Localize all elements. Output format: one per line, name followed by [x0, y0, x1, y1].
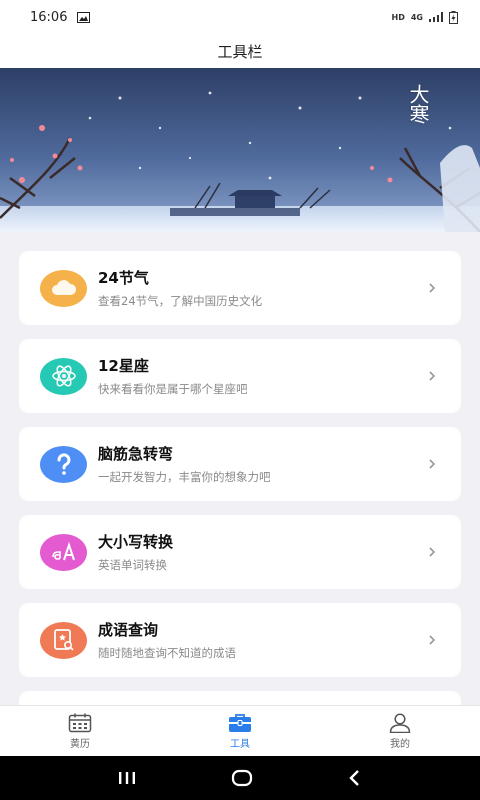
translate-icon [40, 533, 87, 571]
chevron-right-icon [429, 371, 436, 381]
question-icon [40, 445, 87, 483]
book-search-icon [40, 621, 87, 659]
image-icon [77, 11, 91, 23]
title-bar: 工具栏 [0, 34, 480, 68]
battery-icon [449, 10, 458, 24]
tab-label: 工具 [230, 738, 250, 750]
tool-title: 脑筋急转弯 [98, 445, 174, 463]
signal-icon [429, 12, 443, 22]
chevron-right-icon [429, 283, 436, 293]
chevron-right-icon [429, 635, 436, 645]
system-nav-bar [0, 756, 480, 800]
tool-desc: 英语单词转换 [98, 558, 167, 572]
tool-desc: 一起开发智力，丰富你的想象力吧 [98, 470, 271, 484]
calendar-icon [68, 713, 92, 732]
toolbox-icon [229, 713, 251, 732]
recents-icon[interactable] [117, 770, 137, 786]
status-bar: 16:06 HD 4G [0, 0, 480, 34]
atom-icon [40, 357, 87, 395]
tool-card-idiom-search[interactable]: 成语查询 随时随地查询不知道的成语 [19, 603, 461, 677]
tool-desc: 查看24节气，了解中国历史文化 [98, 294, 263, 308]
banner[interactable]: 大寒 [0, 68, 480, 232]
status-time: 16:06 [30, 9, 68, 25]
tool-card-zodiac[interactable]: 12星座 快来看看你是属于哪个星座吧 [19, 339, 461, 413]
tab-tools[interactable]: 工具 [160, 706, 320, 756]
user-icon [389, 712, 411, 733]
back-icon[interactable] [347, 769, 363, 787]
chevron-right-icon [429, 547, 436, 557]
tab-mine[interactable]: 我的 [320, 706, 480, 756]
tool-card-solar-terms[interactable]: 24节气 查看24节气，了解中国历史文化 [19, 251, 461, 325]
tool-list: 24节气 查看24节气，了解中国历史文化 12星座 快来看看你是属于哪个星座吧 [19, 251, 461, 779]
chevron-right-icon [429, 459, 436, 469]
page-title: 工具栏 [217, 42, 263, 61]
tool-card-case-convert[interactable]: 大小写转换 英语单词转换 [19, 515, 461, 589]
cloud-icon [40, 269, 87, 307]
tool-title: 成语查询 [98, 621, 159, 639]
tool-title: 12星座 [98, 357, 149, 375]
tool-card-brain-teaser[interactable]: 脑筋急转弯 一起开发智力，丰富你的想象力吧 [19, 427, 461, 501]
tab-label: 我的 [390, 738, 410, 750]
tool-desc: 快来看看你是属于哪个星座吧 [98, 382, 248, 396]
network-indicator: 4G [410, 12, 423, 22]
tool-title: 大小写转换 [98, 533, 174, 551]
hd-indicator: HD [391, 12, 405, 22]
tool-desc: 随时随地查询不知道的成语 [98, 646, 236, 660]
tab-label: 黄历 [70, 738, 90, 750]
home-icon[interactable] [231, 769, 253, 787]
banner-text: 大寒 [406, 84, 430, 124]
tool-title: 24节气 [98, 269, 149, 287]
bottom-tab-bar: 黄历 工具 我的 [0, 705, 480, 756]
tab-almanac[interactable]: 黄历 [0, 706, 160, 756]
